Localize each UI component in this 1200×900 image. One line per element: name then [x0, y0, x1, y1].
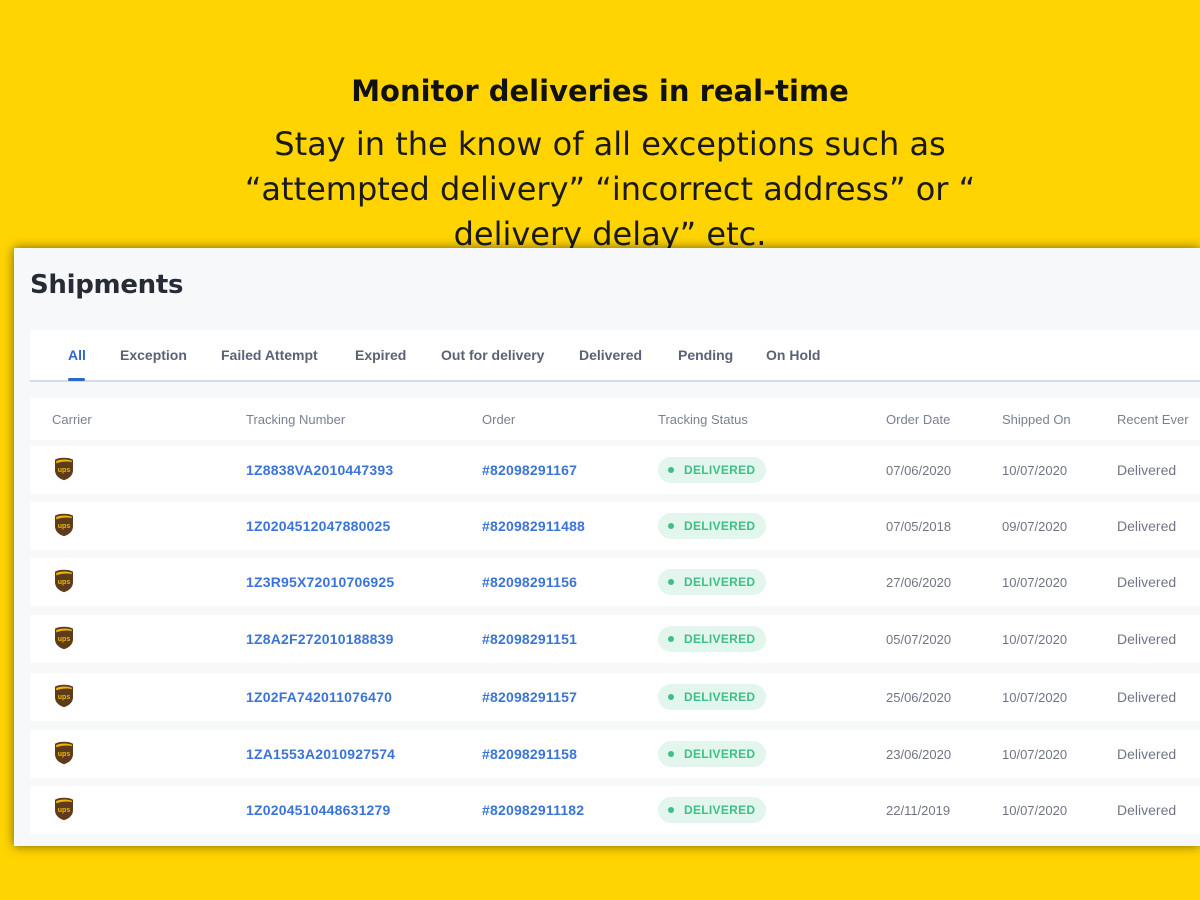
ups-logo-icon: ups: [55, 513, 73, 537]
svg-text:ups: ups: [58, 523, 71, 530]
svg-text:ups: ups: [58, 694, 71, 701]
status-label: DELIVERED: [684, 575, 756, 589]
shipped-on-date: 10/07/2020: [1002, 747, 1068, 762]
status-label: DELIVERED: [684, 632, 756, 646]
order-date: 25/06/2020: [886, 690, 952, 705]
svg-text:ups: ups: [58, 636, 71, 643]
tracking-number-link[interactable]: 1Z8838VA2010447393: [246, 462, 393, 478]
status-dot-icon: [668, 694, 674, 700]
status-badge: DELIVERED: [658, 626, 767, 652]
active-tab-indicator: [68, 378, 85, 381]
order-link[interactable]: #82098291156: [482, 574, 577, 590]
ups-logo-icon: ups: [55, 569, 73, 593]
order-date: 27/06/2020: [886, 575, 952, 590]
tab-all[interactable]: All: [68, 347, 86, 363]
ups-logo-icon: ups: [55, 797, 73, 821]
order-link[interactable]: #82098291157: [482, 689, 577, 705]
status-badge: DELIVERED: [658, 797, 767, 823]
ups-logo-icon: ups: [55, 684, 73, 708]
ups-logo-icon: ups: [55, 741, 73, 765]
svg-text:ups: ups: [58, 467, 71, 474]
ups-logo-icon: ups: [55, 626, 73, 650]
column-header-order[interactable]: Order: [482, 412, 515, 427]
status-label: DELIVERED: [684, 690, 756, 704]
status-dot-icon: [668, 579, 674, 585]
order-link[interactable]: #82098291151: [482, 631, 577, 647]
table-row[interactable]: ups 1Z8838VA2010447393 #82098291167 DELI…: [30, 446, 1200, 494]
column-header-shipped-on[interactable]: Shipped On: [1002, 412, 1071, 427]
recent-event: Delivered: [1117, 518, 1177, 534]
page-title: Shipments: [30, 270, 184, 300]
column-header-carrier[interactable]: Carrier: [52, 412, 92, 427]
order-date: 07/05/2018: [886, 519, 952, 534]
table-row[interactable]: ups 1ZA1553A2010927574 #82098291158 DELI…: [30, 730, 1200, 778]
shipped-on-date: 10/07/2020: [1002, 463, 1068, 478]
status-label: DELIVERED: [684, 463, 756, 477]
tab-pending[interactable]: Pending: [678, 347, 733, 363]
recent-event: Delivered: [1117, 574, 1177, 590]
status-label: DELIVERED: [684, 519, 756, 533]
status-dot-icon: [668, 467, 674, 473]
shipments-panel: Shipments All Exception Failed Attempt E…: [14, 248, 1200, 846]
status-label: DELIVERED: [684, 747, 756, 761]
order-link[interactable]: #82098291167: [482, 462, 577, 478]
shipped-on-date: 10/07/2020: [1002, 690, 1068, 705]
recent-event: Delivered: [1117, 802, 1177, 818]
table-row[interactable]: ups 1Z0204510448631279 #820982911182 DEL…: [30, 786, 1200, 834]
order-date: 07/06/2020: [886, 463, 952, 478]
status-dot-icon: [668, 807, 674, 813]
shipped-on-date: 10/07/2020: [1002, 803, 1068, 818]
shipped-on-date: 10/07/2020: [1002, 632, 1068, 647]
status-dot-icon: [668, 636, 674, 642]
tracking-number-link[interactable]: 1Z02FA742011076470: [246, 689, 392, 705]
shipped-on-date: 09/07/2020: [1002, 519, 1068, 534]
status-badge: DELIVERED: [658, 741, 767, 767]
order-link[interactable]: #820982911488: [482, 518, 585, 534]
table-header: Carrier Tracking Number Order Tracking S…: [30, 398, 1200, 440]
ups-logo-icon: ups: [55, 457, 73, 481]
status-label: DELIVERED: [684, 803, 756, 817]
tracking-number-link[interactable]: 1Z0204512047880025: [246, 518, 391, 534]
status-badge: DELIVERED: [658, 684, 767, 710]
status-dot-icon: [668, 751, 674, 757]
tab-delivered[interactable]: Delivered: [579, 347, 642, 363]
order-date: 05/07/2020: [886, 632, 952, 647]
tab-out-for-delivery[interactable]: Out for delivery: [441, 347, 544, 363]
tab-on-hold[interactable]: On Hold: [766, 347, 820, 363]
table-row[interactable]: ups 1Z0204512047880025 #820982911488 DEL…: [30, 502, 1200, 550]
order-date: 22/11/2019: [886, 803, 951, 818]
column-header-tracking-number[interactable]: Tracking Number: [246, 412, 345, 427]
tracking-number-link[interactable]: 1Z0204510448631279: [246, 802, 391, 818]
banner-headline: Monitor deliveries in real-time: [351, 74, 849, 108]
recent-event: Delivered: [1117, 462, 1177, 478]
tab-expired[interactable]: Expired: [355, 347, 406, 363]
status-badge: DELIVERED: [658, 457, 767, 483]
table-row[interactable]: ups 1Z3R95X72010706925 #82098291156 DELI…: [30, 558, 1200, 606]
svg-text:ups: ups: [58, 579, 71, 586]
tracking-number-link[interactable]: 1Z3R95X72010706925: [246, 574, 394, 590]
shipped-on-date: 10/07/2020: [1002, 575, 1068, 590]
tracking-number-link[interactable]: 1Z8A2F272010188839: [246, 631, 394, 647]
recent-event: Delivered: [1117, 746, 1177, 762]
svg-text:ups: ups: [58, 751, 71, 758]
order-date: 23/06/2020: [886, 747, 952, 762]
banner-subline: Stay in the know of all exceptions such …: [244, 125, 976, 253]
status-badge: DELIVERED: [658, 513, 767, 539]
table-row[interactable]: ups 1Z02FA742011076470 #82098291157 DELI…: [30, 673, 1200, 721]
order-link[interactable]: #820982911182: [482, 802, 584, 818]
column-header-tracking-status[interactable]: Tracking Status: [658, 412, 748, 427]
order-link[interactable]: #82098291158: [482, 746, 577, 762]
column-header-recent-event[interactable]: Recent Ever: [1117, 412, 1189, 427]
recent-event: Delivered: [1117, 689, 1177, 705]
status-tabs: All Exception Failed Attempt Expired Out…: [30, 330, 1200, 382]
tab-exception[interactable]: Exception: [120, 347, 187, 363]
tracking-number-link[interactable]: 1ZA1553A2010927574: [246, 746, 395, 762]
recent-event: Delivered: [1117, 631, 1177, 647]
tab-failed-attempt[interactable]: Failed Attempt: [221, 347, 318, 363]
status-badge: DELIVERED: [658, 569, 767, 595]
svg-text:ups: ups: [58, 807, 71, 814]
status-dot-icon: [668, 523, 674, 529]
column-header-order-date[interactable]: Order Date: [886, 412, 950, 427]
table-row[interactable]: ups 1Z8A2F272010188839 #82098291151 DELI…: [30, 615, 1200, 663]
